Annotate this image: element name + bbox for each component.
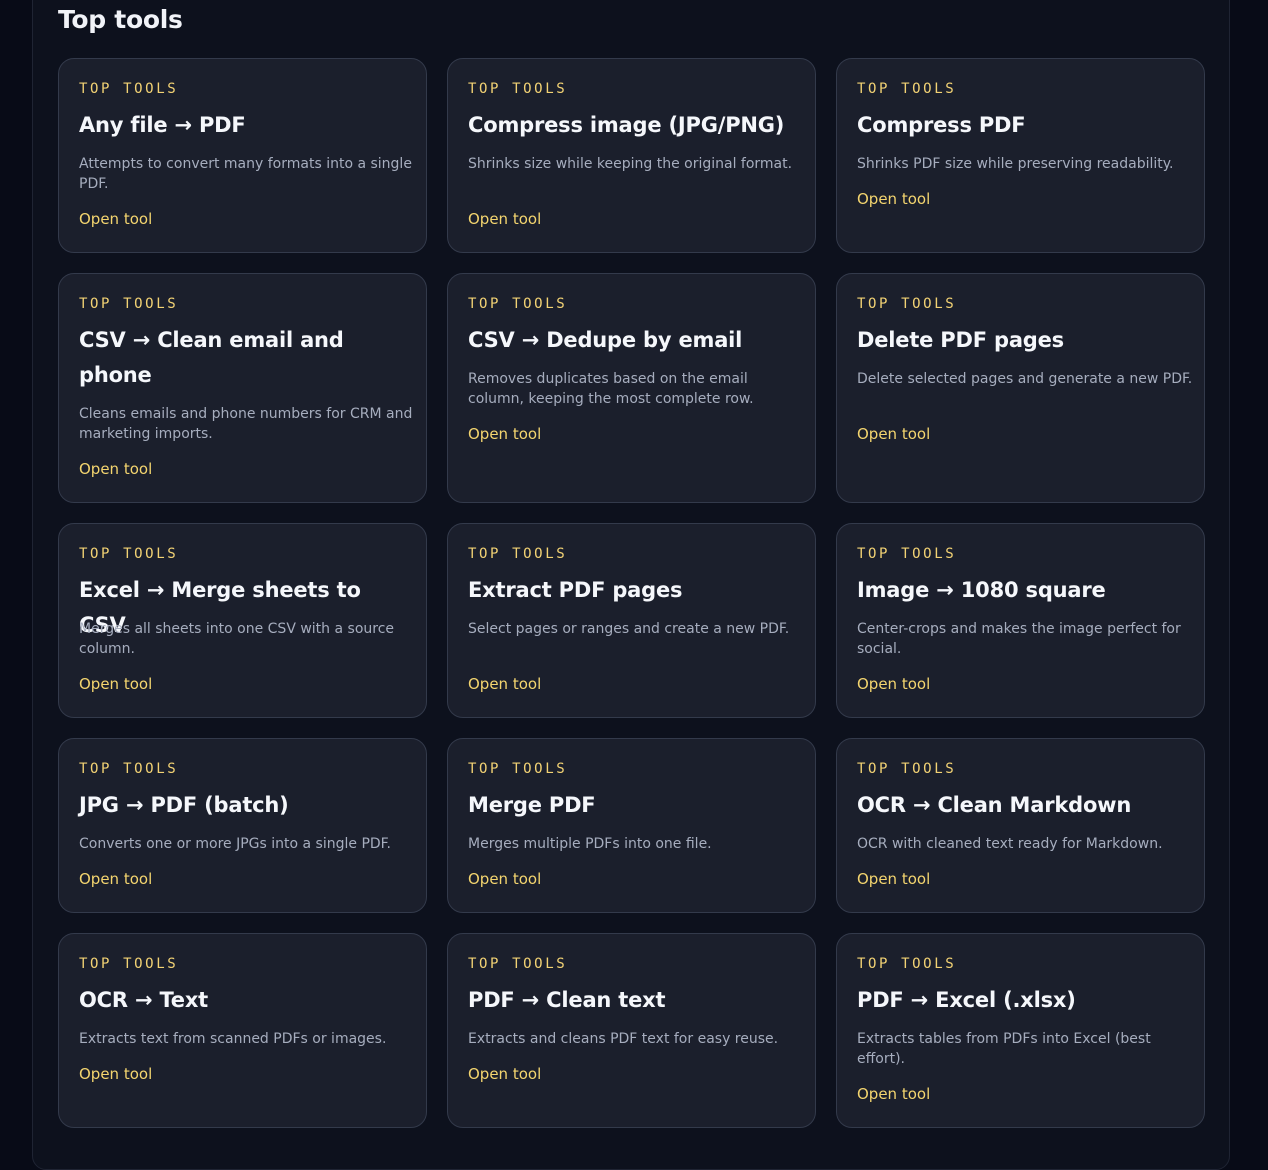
card-title: Image → 1080 square — [857, 578, 1106, 602]
card-eyebrow: TOP TOOLS — [857, 546, 957, 562]
card-eyebrow: TOP TOOLS — [468, 546, 568, 562]
tool-card-ocr-clean-markdown[interactable]: TOP TOOLS OCR → Clean Markdown OCR with … — [836, 738, 1205, 913]
open-tool-link[interactable]: Open tool — [857, 869, 930, 889]
card-eyebrow: TOP TOOLS — [857, 296, 957, 312]
tool-card-extract-pdf-pages[interactable]: TOP TOOLS Extract PDF pages Select pages… — [447, 523, 816, 718]
card-title: OCR → Text — [79, 988, 209, 1012]
card-description: Extracts and cleans PDF text for easy re… — [468, 1031, 779, 1047]
tool-card-pdf-to-excel[interactable]: TOP TOOLS PDF → Excel (.xlsx) Extracts t… — [836, 933, 1205, 1128]
tool-card-pdf-clean-text[interactable]: TOP TOOLS PDF → Clean text Extracts and … — [447, 933, 816, 1128]
card-description: OCR with cleaned text ready for Markdown… — [857, 836, 1163, 852]
tool-card-csv-clean-email-phone[interactable]: TOP TOOLS CSV → Clean email and phone Cl… — [58, 273, 427, 503]
card-eyebrow: TOP TOOLS — [468, 81, 568, 97]
card-description: Shrinks PDF size while preserving readab… — [857, 156, 1174, 172]
card-title: JPG → PDF (batch) — [79, 793, 289, 817]
card-eyebrow: TOP TOOLS — [79, 956, 179, 972]
card-description: Converts one or more JPGs into a single … — [79, 836, 391, 852]
card-eyebrow: TOP TOOLS — [468, 296, 568, 312]
card-eyebrow: TOP TOOLS — [79, 296, 179, 312]
open-tool-link[interactable]: Open tool — [857, 674, 930, 694]
card-eyebrow: TOP TOOLS — [79, 81, 179, 97]
tool-card-delete-pdf-pages[interactable]: TOP TOOLS Delete PDF pages Delete select… — [836, 273, 1205, 503]
card-eyebrow: TOP TOOLS — [468, 761, 568, 777]
card-title: PDF → Excel (.xlsx) — [857, 988, 1076, 1012]
tool-card-compress-image[interactable]: TOP TOOLS Compress image (JPG/PNG) Shrin… — [447, 58, 816, 253]
card-description: Select pages or ranges and create a new … — [468, 621, 790, 637]
open-tool-link[interactable]: Open tool — [468, 1064, 541, 1084]
card-title: Compress PDF — [857, 113, 1026, 137]
card-eyebrow: TOP TOOLS — [79, 761, 179, 777]
card-title: Compress image (JPG/PNG) — [468, 113, 785, 137]
card-eyebrow: TOP TOOLS — [468, 956, 568, 972]
open-tool-link[interactable]: Open tool — [79, 459, 152, 479]
section-title: Top tools — [58, 5, 183, 34]
tool-card-jpg-to-pdf[interactable]: TOP TOOLS JPG → PDF (batch) Converts one… — [58, 738, 427, 913]
card-title: Delete PDF pages — [857, 328, 1064, 352]
card-title: OCR → Clean Markdown — [857, 793, 1132, 817]
card-description: Extracts tables from PDFs into Excel (be… — [857, 1031, 1151, 1067]
tool-card-merge-pdf[interactable]: TOP TOOLS Merge PDF Merges multiple PDFs… — [447, 738, 816, 913]
open-tool-link[interactable]: Open tool — [79, 869, 152, 889]
open-tool-link[interactable]: Open tool — [79, 209, 152, 229]
card-description: Center-crops and makes the image perfect… — [857, 621, 1181, 657]
card-title: PDF → Clean text — [468, 988, 666, 1012]
open-tool-link[interactable]: Open tool — [468, 869, 541, 889]
card-title: CSV → Dedupe by email — [468, 328, 743, 352]
tool-card-image-1080-square[interactable]: TOP TOOLS Image → 1080 square Center-cro… — [836, 523, 1205, 718]
open-tool-link[interactable]: Open tool — [79, 674, 152, 694]
tool-card-ocr-text[interactable]: TOP TOOLS OCR → Text Extracts text from … — [58, 933, 427, 1128]
open-tool-link[interactable]: Open tool — [79, 1064, 152, 1084]
open-tool-link[interactable]: Open tool — [857, 189, 930, 209]
card-description: Extracts text from scanned PDFs or image… — [79, 1031, 387, 1047]
card-title: CSV → Clean email and phone — [79, 328, 344, 387]
card-eyebrow: TOP TOOLS — [857, 956, 957, 972]
card-eyebrow: TOP TOOLS — [857, 761, 957, 777]
card-description: Merges all sheets into one CSV with a so… — [79, 621, 395, 657]
card-title: Extract PDF pages — [468, 578, 683, 602]
card-description: Removes duplicates based on the email co… — [468, 371, 754, 407]
card-description: Delete selected pages and generate a new… — [857, 371, 1193, 387]
open-tool-link[interactable]: Open tool — [468, 674, 541, 694]
card-description: Cleans emails and phone numbers for CRM … — [79, 406, 413, 442]
tool-card-any-file-to-pdf[interactable]: TOP TOOLS Any file → PDF Attempts to con… — [58, 58, 427, 253]
tool-card-csv-dedupe-email[interactable]: TOP TOOLS CSV → Dedupe by email Removes … — [447, 273, 816, 503]
card-eyebrow: TOP TOOLS — [79, 546, 179, 562]
card-description: Shrinks size while keeping the original … — [468, 156, 793, 172]
card-eyebrow: TOP TOOLS — [857, 81, 957, 97]
tool-card-compress-pdf[interactable]: TOP TOOLS Compress PDF Shrinks PDF size … — [836, 58, 1205, 253]
open-tool-link[interactable]: Open tool — [468, 209, 541, 229]
card-description: Merges multiple PDFs into one file. — [468, 836, 712, 852]
open-tool-link[interactable]: Open tool — [857, 424, 930, 444]
card-title: Merge PDF — [468, 793, 596, 817]
open-tool-link[interactable]: Open tool — [857, 1084, 930, 1104]
card-description: Attempts to convert many formats into a … — [79, 156, 412, 192]
card-title: Any file → PDF — [79, 113, 246, 137]
open-tool-link[interactable]: Open tool — [468, 424, 541, 444]
tool-card-excel-merge-sheets[interactable]: TOP TOOLS Excel → Merge sheets to CSV Me… — [58, 523, 427, 718]
